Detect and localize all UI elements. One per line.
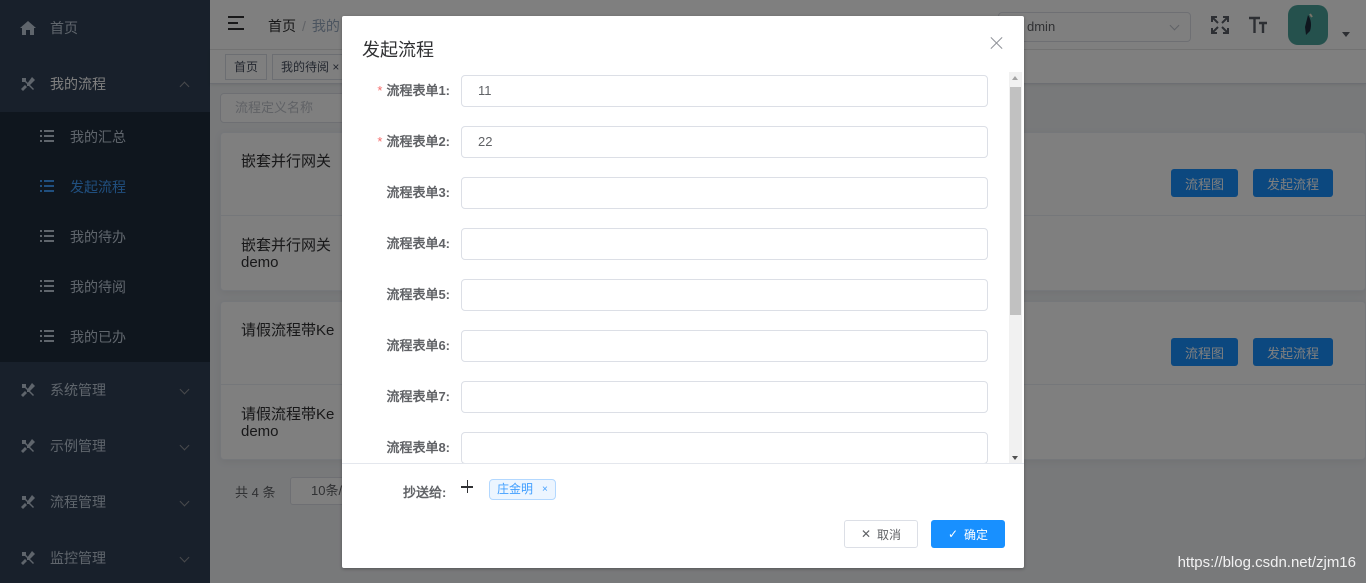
start-process-dialog: 发起流程 * 流程表单1: 11 * 流程表单2: 22 流程表单3: 流程表单4:… bbox=[342, 16, 1024, 568]
form-row: * 流程表单2: 22 bbox=[342, 126, 1024, 158]
form-label: * 流程表单2: bbox=[377, 134, 450, 149]
form-field-8-input[interactable] bbox=[461, 432, 988, 463]
cc-label: 抄送给: bbox=[403, 485, 447, 500]
form-row: * 流程表单1: 11 bbox=[342, 75, 1024, 107]
close-icon: ✕ bbox=[860, 527, 872, 541]
form-row: 流程表单6: bbox=[342, 330, 1024, 362]
form-row: 流程表单4: bbox=[342, 228, 1024, 260]
scroll-thumb[interactable] bbox=[1010, 87, 1021, 315]
cc-user-name: 庄金明 bbox=[497, 482, 534, 496]
scroll-down-arrow-icon[interactable] bbox=[1012, 456, 1018, 460]
form-label: 流程表单3: bbox=[386, 185, 450, 200]
required-mark: * bbox=[377, 83, 383, 98]
dialog-form: * 流程表单1: 11 * 流程表单2: 22 流程表单3: 流程表单4: 流程表单… bbox=[342, 72, 1024, 464]
close-icon[interactable] bbox=[990, 36, 1004, 50]
watermark: https://blog.csdn.net/zjm16 bbox=[1177, 554, 1356, 571]
form-label: 流程表单8: bbox=[386, 440, 450, 455]
confirm-label: 确定 bbox=[964, 527, 989, 542]
form-label: * 流程表单1: bbox=[377, 83, 450, 98]
check-icon: ✓ bbox=[947, 527, 959, 541]
form-label: 流程表单7: bbox=[386, 389, 450, 404]
cancel-label: 取消 bbox=[877, 527, 902, 542]
form-field-3-input[interactable] bbox=[461, 177, 988, 209]
form-label: 流程表单6: bbox=[386, 338, 450, 353]
form-row: 流程表单8: bbox=[342, 432, 1024, 463]
form-row: 流程表单5: bbox=[342, 279, 1024, 311]
plus-icon[interactable] bbox=[461, 480, 475, 494]
required-mark: * bbox=[377, 134, 383, 149]
close-icon[interactable]: × bbox=[542, 480, 548, 499]
dialog-scrollbar[interactable] bbox=[1009, 72, 1022, 463]
form-row: 流程表单7: bbox=[342, 381, 1024, 413]
form-field-4-input[interactable] bbox=[461, 228, 988, 260]
form-field-6-input[interactable] bbox=[461, 330, 988, 362]
form-field-7-input[interactable] bbox=[461, 381, 988, 413]
scroll-up-arrow-icon[interactable] bbox=[1012, 76, 1018, 80]
form-field-2-input[interactable]: 22 bbox=[461, 126, 988, 158]
form-label: 流程表单4: bbox=[386, 236, 450, 251]
form-row: 流程表单3: bbox=[342, 177, 1024, 209]
form-field-5-input[interactable] bbox=[461, 279, 988, 311]
dialog-title: 发起流程 bbox=[362, 40, 434, 60]
cc-user-tag: 庄金明 × bbox=[489, 479, 556, 500]
cancel-button[interactable]: ✕ 取消 bbox=[844, 520, 918, 548]
form-label: 流程表单5: bbox=[386, 287, 450, 302]
confirm-button[interactable]: ✓ 确定 bbox=[931, 520, 1005, 548]
form-field-1-input[interactable]: 11 bbox=[461, 75, 988, 107]
